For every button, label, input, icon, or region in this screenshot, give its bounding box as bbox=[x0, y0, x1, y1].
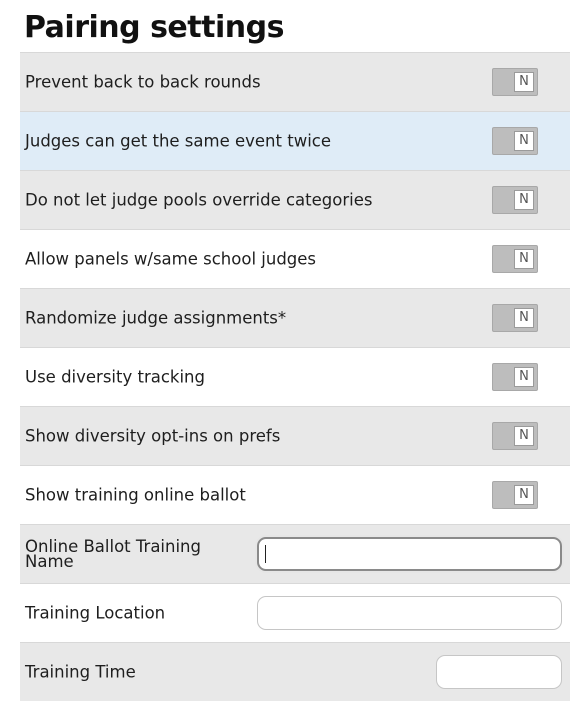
setting-row-training-time: Training Time bbox=[20, 642, 570, 701]
setting-row-training-ballot: Show training online ballot N bbox=[20, 465, 570, 524]
toggle-state: N bbox=[514, 131, 534, 151]
prevent-back-to-back-toggle[interactable]: N bbox=[492, 68, 538, 96]
setting-label: Show diversity opt-ins on prefs bbox=[25, 426, 281, 446]
diversity-opt-ins-toggle[interactable]: N bbox=[492, 422, 538, 450]
setting-row-prevent-back-to-back: Prevent back to back rounds N bbox=[20, 52, 570, 111]
toggle-state: N bbox=[514, 72, 534, 92]
setting-row-same-event-twice: Judges can get the same event twice N bbox=[20, 111, 570, 170]
settings-list: Prevent back to back rounds N Judges can… bbox=[20, 52, 570, 701]
diversity-tracking-toggle[interactable]: N bbox=[492, 363, 538, 391]
training-name-input[interactable] bbox=[257, 537, 562, 571]
toggle-state: N bbox=[514, 249, 534, 269]
setting-label: Prevent back to back rounds bbox=[25, 72, 261, 92]
training-ballot-toggle[interactable]: N bbox=[492, 481, 538, 509]
toggle-state: N bbox=[514, 485, 534, 505]
setting-label: Use diversity tracking bbox=[25, 367, 205, 387]
pairing-settings-page: Pairing settings Prevent back to back ro… bbox=[0, 0, 570, 701]
toggle-state: N bbox=[514, 308, 534, 328]
toggle-state: N bbox=[514, 367, 534, 387]
setting-label: Training Time bbox=[25, 662, 136, 682]
setting-label: Judges can get the same event twice bbox=[25, 131, 331, 151]
setting-row-same-school-judges: Allow panels w/same school judges N bbox=[20, 229, 570, 288]
randomize-judges-toggle[interactable]: N bbox=[492, 304, 538, 332]
setting-label: Training Location bbox=[25, 603, 166, 623]
setting-label: Show training online ballot bbox=[25, 485, 246, 505]
same-school-judges-toggle[interactable]: N bbox=[492, 245, 538, 273]
pools-override-toggle[interactable]: N bbox=[492, 186, 538, 214]
toggle-state: N bbox=[514, 190, 534, 210]
setting-label: Randomize judge assignments* bbox=[25, 308, 287, 328]
page-title: Pairing settings bbox=[24, 10, 284, 45]
setting-label: Do not let judge pools override categori… bbox=[25, 190, 373, 210]
text-caret bbox=[265, 545, 266, 563]
setting-row-diversity-tracking: Use diversity tracking N bbox=[20, 347, 570, 406]
setting-label: Online Ballot Training Name bbox=[25, 537, 201, 571]
setting-row-randomize-judges: Randomize judge assignments* N bbox=[20, 288, 570, 347]
setting-row-training-location: Training Location bbox=[20, 583, 570, 642]
setting-row-training-name: Online Ballot Training Name bbox=[20, 524, 570, 583]
setting-row-pools-override: Do not let judge pools override categori… bbox=[20, 170, 570, 229]
setting-row-diversity-opt-ins: Show diversity opt-ins on prefs N bbox=[20, 406, 570, 465]
same-event-twice-toggle[interactable]: N bbox=[492, 127, 538, 155]
training-time-input[interactable] bbox=[436, 655, 562, 689]
toggle-state: N bbox=[514, 426, 534, 446]
setting-label: Allow panels w/same school judges bbox=[25, 249, 317, 269]
training-location-input[interactable] bbox=[257, 596, 562, 630]
